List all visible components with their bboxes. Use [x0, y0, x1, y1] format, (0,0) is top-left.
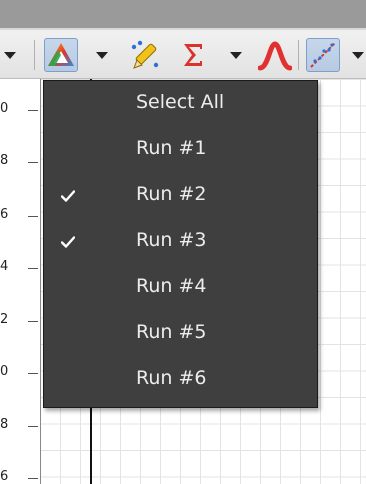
peak-curve-icon[interactable] — [258, 38, 292, 72]
y-tick-label: 8 — [0, 153, 9, 168]
menu-item-run-4[interactable]: Run #4 — [44, 267, 317, 313]
y-tick-label: 2 — [0, 312, 9, 327]
menu-item-select-all[interactable]: Select All — [44, 83, 317, 129]
y-tick-label: 6 — [0, 469, 9, 484]
scatter-fit-button[interactable] — [306, 38, 340, 72]
menu-item-run-2[interactable]: Run #2 — [44, 175, 317, 221]
y-tick-label: 4 — [0, 259, 9, 274]
y-axis-line — [40, 79, 41, 484]
checkmark-icon — [61, 236, 75, 248]
menu-item-run-1[interactable]: Run #1 — [44, 129, 317, 175]
menu-item-run-5[interactable]: Run #5 — [44, 313, 317, 359]
color-triangle-button[interactable] — [44, 38, 78, 72]
y-tick-label: 0 — [0, 101, 9, 116]
y-tick-label: 6 — [0, 207, 9, 222]
menu-item-run-3[interactable]: Run #3 — [44, 221, 317, 267]
run-select-menu: Select All Run #1 Run #2 Run #3 Run #4 R… — [43, 80, 318, 408]
y-tick-mark — [28, 268, 38, 269]
menu-item-label: Run #5 — [136, 321, 207, 343]
y-tick-mark — [28, 162, 38, 163]
chevron-down-icon[interactable] — [96, 52, 108, 59]
y-tick-mark — [28, 478, 38, 479]
chevron-down-icon[interactable] — [230, 52, 242, 59]
menu-item-label: Run #2 — [136, 183, 207, 205]
y-tick-mark — [28, 373, 38, 374]
chevron-down-icon[interactable] — [352, 52, 364, 59]
toolbar-separator — [298, 40, 299, 70]
y-tick-mark — [28, 426, 38, 427]
y-tick-mark — [28, 321, 38, 322]
sigma-icon[interactable] — [176, 38, 210, 72]
pencil-icon[interactable] — [128, 38, 162, 72]
menu-item-run-6[interactable]: Run #6 — [44, 359, 317, 405]
menu-item-label: Select All — [136, 91, 225, 113]
y-tick-mark — [28, 110, 38, 111]
menu-item-label: Run #3 — [136, 229, 207, 251]
checkmark-icon — [61, 190, 75, 202]
menu-item-label: Run #6 — [136, 367, 207, 389]
triangle-color-icon — [48, 43, 74, 66]
toolbar — [0, 30, 366, 79]
chevron-down-icon[interactable] — [4, 52, 16, 59]
scatter-fit-icon — [310, 42, 336, 68]
y-tick-label: 0 — [0, 364, 9, 379]
y-tick-label: 8 — [0, 417, 9, 432]
toolbar-separator — [34, 40, 35, 70]
window-top-strip — [0, 0, 366, 28]
y-tick-mark — [28, 216, 38, 217]
menu-item-label: Run #1 — [136, 137, 207, 159]
menu-item-label: Run #4 — [136, 275, 207, 297]
